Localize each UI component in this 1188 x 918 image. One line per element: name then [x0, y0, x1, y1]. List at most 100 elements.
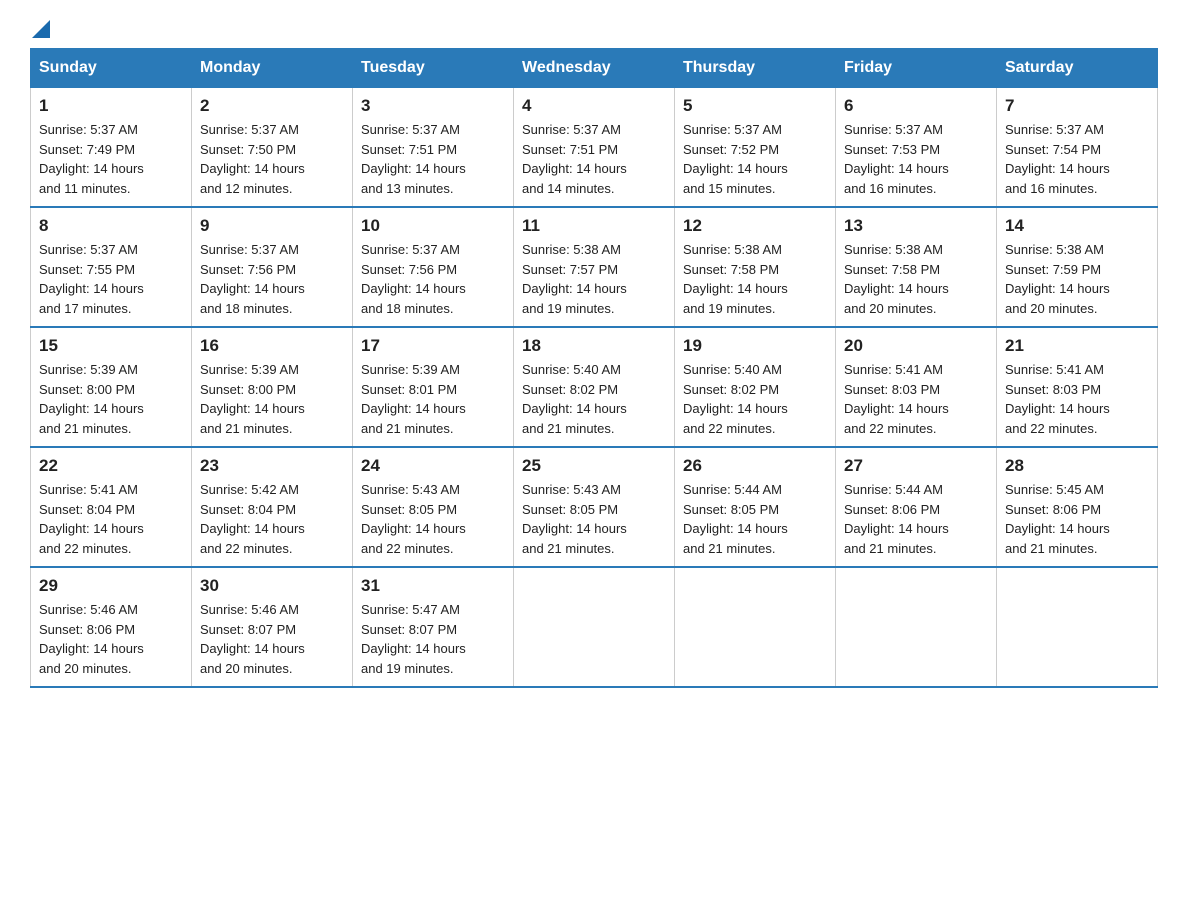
day-info: Sunrise: 5:39 AM Sunset: 8:01 PM Dayligh…	[361, 360, 505, 438]
calendar-cell: 11 Sunrise: 5:38 AM Sunset: 7:57 PM Dayl…	[514, 207, 675, 327]
calendar-cell: 29 Sunrise: 5:46 AM Sunset: 8:06 PM Dayl…	[31, 567, 192, 687]
calendar-cell: 1 Sunrise: 5:37 AM Sunset: 7:49 PM Dayli…	[31, 88, 192, 208]
calendar-cell: 14 Sunrise: 5:38 AM Sunset: 7:59 PM Dayl…	[997, 207, 1158, 327]
calendar-cell: 4 Sunrise: 5:37 AM Sunset: 7:51 PM Dayli…	[514, 88, 675, 208]
calendar-cell: 26 Sunrise: 5:44 AM Sunset: 8:05 PM Dayl…	[675, 447, 836, 567]
calendar-cell: 27 Sunrise: 5:44 AM Sunset: 8:06 PM Dayl…	[836, 447, 997, 567]
day-number: 7	[1005, 96, 1149, 116]
day-number: 9	[200, 216, 344, 236]
day-info: Sunrise: 5:37 AM Sunset: 7:50 PM Dayligh…	[200, 120, 344, 198]
calendar-cell: 17 Sunrise: 5:39 AM Sunset: 8:01 PM Dayl…	[353, 327, 514, 447]
calendar-cell: 23 Sunrise: 5:42 AM Sunset: 8:04 PM Dayl…	[192, 447, 353, 567]
day-info: Sunrise: 5:43 AM Sunset: 8:05 PM Dayligh…	[522, 480, 666, 558]
day-info: Sunrise: 5:37 AM Sunset: 7:49 PM Dayligh…	[39, 120, 183, 198]
day-number: 17	[361, 336, 505, 356]
day-number: 27	[844, 456, 988, 476]
day-info: Sunrise: 5:37 AM Sunset: 7:51 PM Dayligh…	[522, 120, 666, 198]
day-info: Sunrise: 5:39 AM Sunset: 8:00 PM Dayligh…	[39, 360, 183, 438]
day-info: Sunrise: 5:41 AM Sunset: 8:03 PM Dayligh…	[844, 360, 988, 438]
day-info: Sunrise: 5:40 AM Sunset: 8:02 PM Dayligh…	[522, 360, 666, 438]
column-header-sunday: Sunday	[31, 49, 192, 88]
logo	[30, 20, 50, 38]
day-info: Sunrise: 5:46 AM Sunset: 8:06 PM Dayligh…	[39, 600, 183, 678]
column-header-monday: Monday	[192, 49, 353, 88]
calendar-cell: 8 Sunrise: 5:37 AM Sunset: 7:55 PM Dayli…	[31, 207, 192, 327]
calendar-cell: 7 Sunrise: 5:37 AM Sunset: 7:54 PM Dayli…	[997, 88, 1158, 208]
day-info: Sunrise: 5:37 AM Sunset: 7:53 PM Dayligh…	[844, 120, 988, 198]
calendar-header-row: SundayMondayTuesdayWednesdayThursdayFrid…	[31, 49, 1158, 88]
calendar-cell: 10 Sunrise: 5:37 AM Sunset: 7:56 PM Dayl…	[353, 207, 514, 327]
day-info: Sunrise: 5:37 AM Sunset: 7:52 PM Dayligh…	[683, 120, 827, 198]
day-info: Sunrise: 5:38 AM Sunset: 7:57 PM Dayligh…	[522, 240, 666, 318]
calendar-cell: 6 Sunrise: 5:37 AM Sunset: 7:53 PM Dayli…	[836, 88, 997, 208]
day-number: 3	[361, 96, 505, 116]
calendar-cell: 30 Sunrise: 5:46 AM Sunset: 8:07 PM Dayl…	[192, 567, 353, 687]
day-number: 2	[200, 96, 344, 116]
day-number: 19	[683, 336, 827, 356]
logo-triangle-icon	[32, 20, 50, 38]
column-header-friday: Friday	[836, 49, 997, 88]
day-info: Sunrise: 5:38 AM Sunset: 7:58 PM Dayligh…	[844, 240, 988, 318]
calendar-cell: 21 Sunrise: 5:41 AM Sunset: 8:03 PM Dayl…	[997, 327, 1158, 447]
day-number: 10	[361, 216, 505, 236]
day-number: 31	[361, 576, 505, 596]
calendar-week-row: 15 Sunrise: 5:39 AM Sunset: 8:00 PM Dayl…	[31, 327, 1158, 447]
day-number: 11	[522, 216, 666, 236]
day-info: Sunrise: 5:38 AM Sunset: 7:58 PM Dayligh…	[683, 240, 827, 318]
day-number: 28	[1005, 456, 1149, 476]
day-info: Sunrise: 5:37 AM Sunset: 7:55 PM Dayligh…	[39, 240, 183, 318]
day-info: Sunrise: 5:41 AM Sunset: 8:04 PM Dayligh…	[39, 480, 183, 558]
calendar-cell: 19 Sunrise: 5:40 AM Sunset: 8:02 PM Dayl…	[675, 327, 836, 447]
calendar-cell: 15 Sunrise: 5:39 AM Sunset: 8:00 PM Dayl…	[31, 327, 192, 447]
calendar-cell	[836, 567, 997, 687]
day-info: Sunrise: 5:37 AM Sunset: 7:54 PM Dayligh…	[1005, 120, 1149, 198]
column-header-wednesday: Wednesday	[514, 49, 675, 88]
day-number: 21	[1005, 336, 1149, 356]
day-info: Sunrise: 5:41 AM Sunset: 8:03 PM Dayligh…	[1005, 360, 1149, 438]
calendar-week-row: 8 Sunrise: 5:37 AM Sunset: 7:55 PM Dayli…	[31, 207, 1158, 327]
day-number: 1	[39, 96, 183, 116]
day-info: Sunrise: 5:42 AM Sunset: 8:04 PM Dayligh…	[200, 480, 344, 558]
calendar-week-row: 29 Sunrise: 5:46 AM Sunset: 8:06 PM Dayl…	[31, 567, 1158, 687]
day-info: Sunrise: 5:44 AM Sunset: 8:05 PM Dayligh…	[683, 480, 827, 558]
day-number: 20	[844, 336, 988, 356]
day-info: Sunrise: 5:47 AM Sunset: 8:07 PM Dayligh…	[361, 600, 505, 678]
calendar-cell: 18 Sunrise: 5:40 AM Sunset: 8:02 PM Dayl…	[514, 327, 675, 447]
calendar-week-row: 1 Sunrise: 5:37 AM Sunset: 7:49 PM Dayli…	[31, 88, 1158, 208]
day-number: 16	[200, 336, 344, 356]
day-number: 6	[844, 96, 988, 116]
day-info: Sunrise: 5:39 AM Sunset: 8:00 PM Dayligh…	[200, 360, 344, 438]
day-info: Sunrise: 5:38 AM Sunset: 7:59 PM Dayligh…	[1005, 240, 1149, 318]
calendar-cell: 25 Sunrise: 5:43 AM Sunset: 8:05 PM Dayl…	[514, 447, 675, 567]
day-number: 23	[200, 456, 344, 476]
page-header	[30, 20, 1158, 38]
calendar-cell: 3 Sunrise: 5:37 AM Sunset: 7:51 PM Dayli…	[353, 88, 514, 208]
calendar-cell	[675, 567, 836, 687]
day-number: 30	[200, 576, 344, 596]
day-number: 12	[683, 216, 827, 236]
calendar-table: SundayMondayTuesdayWednesdayThursdayFrid…	[30, 48, 1158, 688]
calendar-cell: 20 Sunrise: 5:41 AM Sunset: 8:03 PM Dayl…	[836, 327, 997, 447]
day-number: 24	[361, 456, 505, 476]
day-number: 15	[39, 336, 183, 356]
calendar-cell: 5 Sunrise: 5:37 AM Sunset: 7:52 PM Dayli…	[675, 88, 836, 208]
calendar-cell: 9 Sunrise: 5:37 AM Sunset: 7:56 PM Dayli…	[192, 207, 353, 327]
calendar-week-row: 22 Sunrise: 5:41 AM Sunset: 8:04 PM Dayl…	[31, 447, 1158, 567]
day-number: 4	[522, 96, 666, 116]
column-header-saturday: Saturday	[997, 49, 1158, 88]
calendar-cell: 22 Sunrise: 5:41 AM Sunset: 8:04 PM Dayl…	[31, 447, 192, 567]
day-number: 8	[39, 216, 183, 236]
day-number: 5	[683, 96, 827, 116]
day-info: Sunrise: 5:44 AM Sunset: 8:06 PM Dayligh…	[844, 480, 988, 558]
calendar-cell	[997, 567, 1158, 687]
day-info: Sunrise: 5:46 AM Sunset: 8:07 PM Dayligh…	[200, 600, 344, 678]
day-info: Sunrise: 5:45 AM Sunset: 8:06 PM Dayligh…	[1005, 480, 1149, 558]
calendar-cell: 28 Sunrise: 5:45 AM Sunset: 8:06 PM Dayl…	[997, 447, 1158, 567]
day-info: Sunrise: 5:37 AM Sunset: 7:51 PM Dayligh…	[361, 120, 505, 198]
calendar-cell: 13 Sunrise: 5:38 AM Sunset: 7:58 PM Dayl…	[836, 207, 997, 327]
day-info: Sunrise: 5:37 AM Sunset: 7:56 PM Dayligh…	[361, 240, 505, 318]
day-info: Sunrise: 5:37 AM Sunset: 7:56 PM Dayligh…	[200, 240, 344, 318]
day-info: Sunrise: 5:43 AM Sunset: 8:05 PM Dayligh…	[361, 480, 505, 558]
column-header-thursday: Thursday	[675, 49, 836, 88]
calendar-cell	[514, 567, 675, 687]
